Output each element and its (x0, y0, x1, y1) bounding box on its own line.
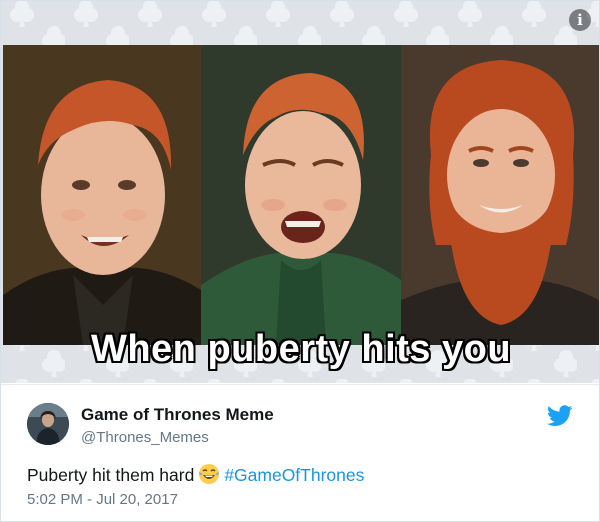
tweet-media[interactable]: i When puberty hits you (1, 1, 599, 383)
meme-caption: When puberty hits you (90, 328, 512, 370)
tweet-timestamp[interactable]: 5:02 PM - Jul 20, 2017 (27, 491, 178, 508)
photo-panel-teen (201, 45, 401, 345)
photo-collage: When puberty hits you (3, 45, 599, 370)
tweet-text-body: Puberty hit them hard (27, 465, 195, 485)
face-with-tears-of-joy-icon (199, 464, 220, 484)
info-icon[interactable]: i (569, 9, 591, 31)
twitter-bird-icon[interactable] (547, 405, 573, 427)
tweet-text: Puberty hit them hard #GameOfThrones (27, 463, 364, 486)
tweet-card: i When puberty hits you Game of Thrones … (0, 0, 600, 522)
hashtag-link[interactable]: #GameOfThrones (224, 465, 364, 485)
tweet-body: Game of Thrones Meme @Thrones_Memes Pube… (1, 384, 599, 521)
photo-panel-adult (401, 45, 599, 345)
author-handle[interactable]: @Thrones_Memes (81, 429, 209, 446)
avatar[interactable] (27, 403, 69, 445)
author-name[interactable]: Game of Thrones Meme (81, 405, 274, 425)
photo-panel-child (3, 45, 201, 345)
